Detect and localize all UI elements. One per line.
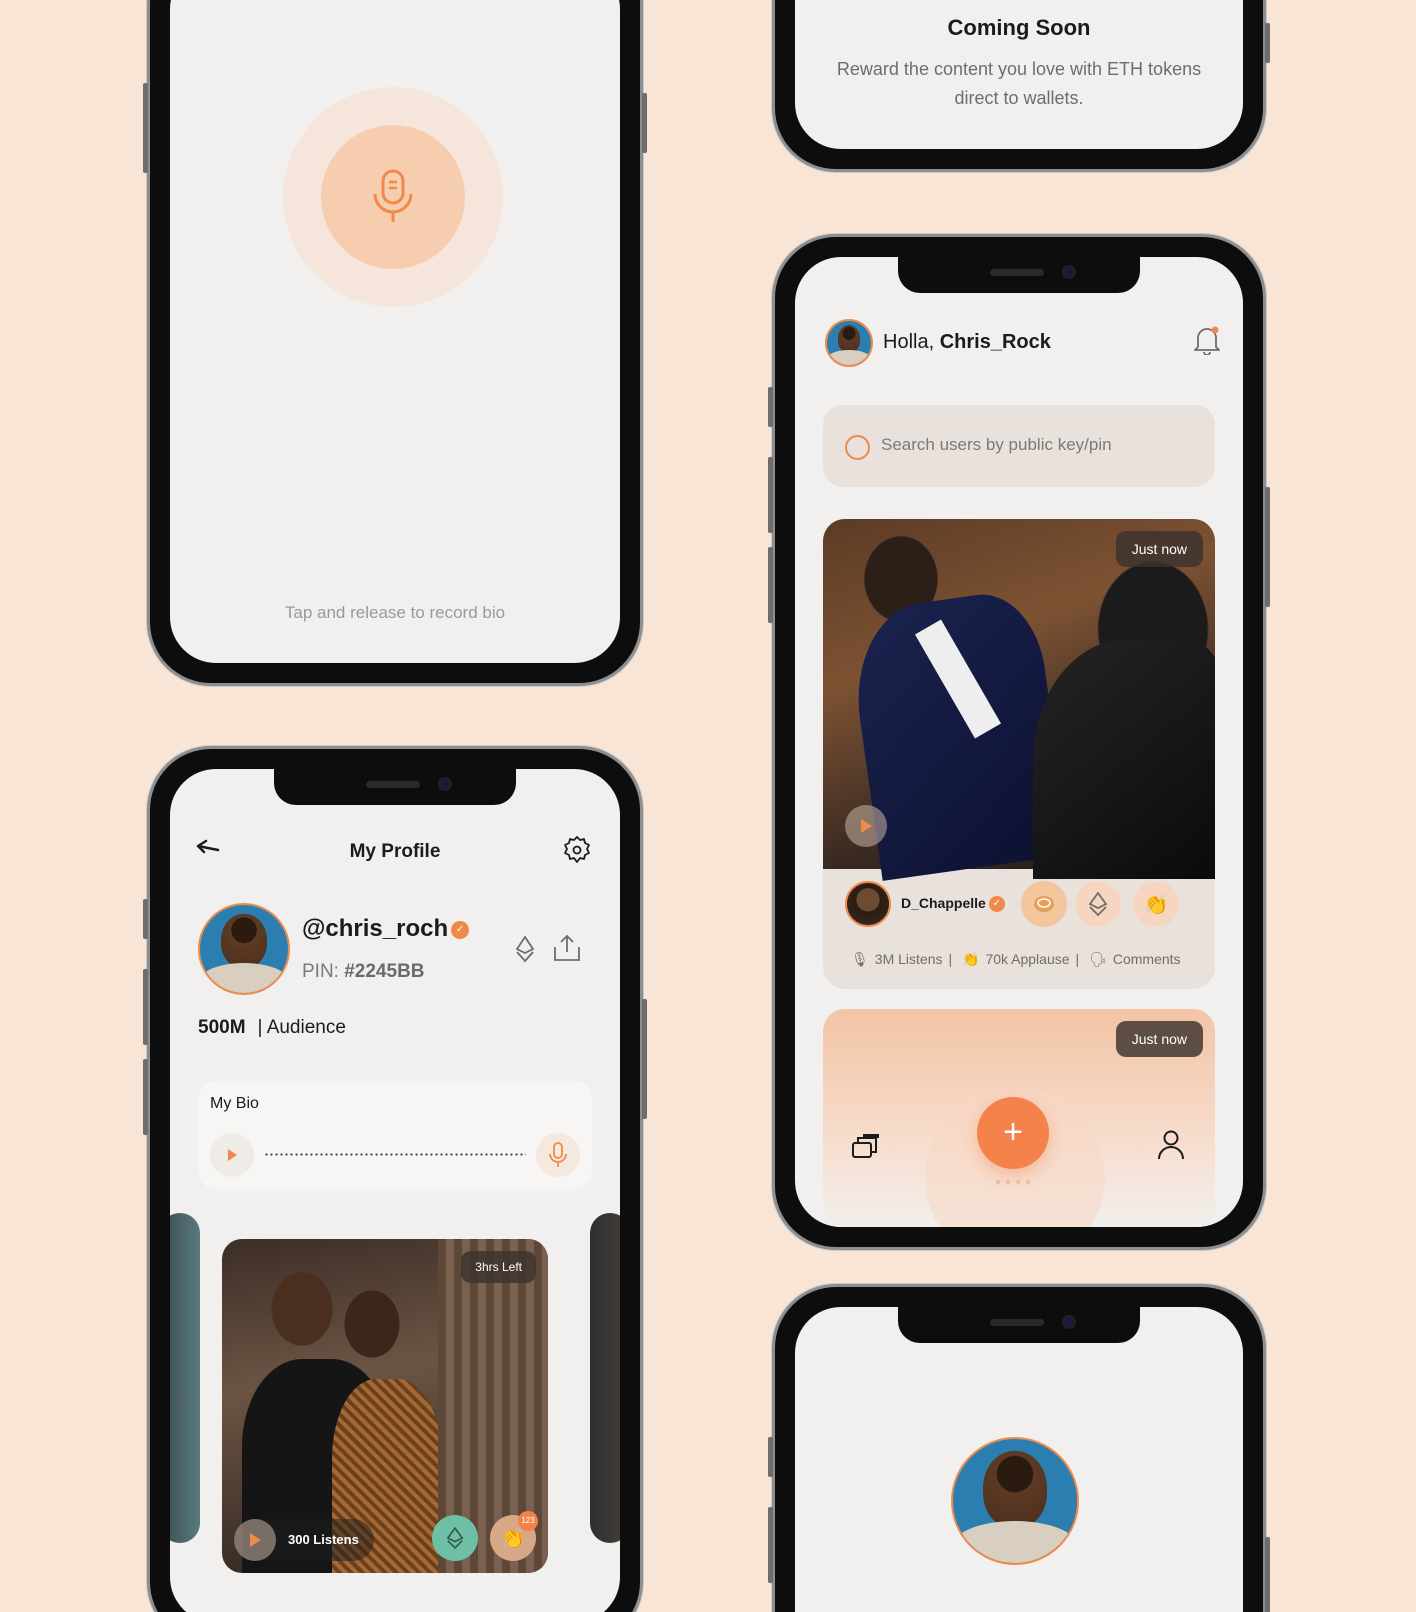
profile-preview-screen xyxy=(795,1307,1243,1612)
story-card[interactable]: 3hrs Left 300 Listens 👏 123 xyxy=(222,1239,548,1573)
gallery-tab-icon[interactable] xyxy=(851,1133,881,1166)
microphone-icon xyxy=(549,1142,567,1167)
phone-home-feed: Holla, Chris_Rock Search users by public… xyxy=(768,234,1270,1250)
comments-icon: 🗣 xyxy=(1089,951,1107,967)
draft-time-badge: Just now xyxy=(1115,1021,1203,1057)
notch xyxy=(898,1307,1140,1343)
power-button xyxy=(642,93,647,153)
tip-coin-icon[interactable] xyxy=(1021,881,1067,927)
story-time-left-badge: 3hrs Left xyxy=(461,1251,536,1283)
record-button[interactable] xyxy=(321,125,465,269)
profile-screen: My Profile @chris_roch ✓ PIN: #2245BB 500… xyxy=(170,769,620,1612)
record-screen: Tap and release to record bio xyxy=(170,0,620,663)
microphone-icon xyxy=(373,169,413,222)
create-post-button[interactable]: + xyxy=(977,1097,1049,1169)
volume-up-button xyxy=(768,1507,773,1583)
notification-bell-icon[interactable] xyxy=(1193,325,1221,360)
audience-label: | Audience xyxy=(257,1017,346,1038)
record-hint: Tap and release to record bio xyxy=(284,603,506,622)
story-listens: 300 Listens xyxy=(234,1519,374,1561)
listens-count: 3M Listens xyxy=(874,951,943,967)
volume-down-button xyxy=(143,1059,148,1135)
applause-icon[interactable]: 👏 xyxy=(1133,881,1179,927)
phone-record-bio: Tap and release to record bio xyxy=(143,0,647,686)
page-title: My Profile xyxy=(349,841,441,862)
bio-player: My Bio xyxy=(198,1081,592,1189)
play-icon xyxy=(227,1149,237,1161)
notch xyxy=(274,769,516,805)
profile-avatar[interactable] xyxy=(198,903,290,995)
post-time-badge: Just now xyxy=(1115,531,1203,567)
author-name[interactable]: D_Chappelle ✓ xyxy=(901,895,1005,913)
silent-switch xyxy=(768,1437,773,1477)
greeting-username: Chris_Rock xyxy=(939,331,1051,353)
bio-label: My Bio xyxy=(210,1095,259,1112)
post-card[interactable]: Just now D_Chappelle✓ 👏 🎙3M Listens| xyxy=(823,519,1215,989)
greeting-prefix: Holla, xyxy=(883,331,940,353)
author-avatar[interactable] xyxy=(845,881,891,927)
author-name-text: D_Chappelle xyxy=(901,895,986,911)
applause-count-badge: 123 xyxy=(518,1511,538,1531)
eth-icon[interactable] xyxy=(1075,881,1121,927)
search-bar[interactable]: Search users by public key/pin xyxy=(823,405,1215,487)
silent-switch xyxy=(768,387,773,427)
profile-pin: PIN: #2245BB xyxy=(302,961,425,983)
story-applause-icon[interactable]: 👏 123 xyxy=(490,1511,538,1561)
power-button xyxy=(1265,1537,1270,1612)
draft-card[interactable]: Just now + ●●●● xyxy=(823,1009,1215,1227)
home-screen: Holla, Chris_Rock Search users by public… xyxy=(795,257,1243,1227)
play-icon xyxy=(860,819,872,833)
audience-count: 500M xyxy=(198,1017,246,1038)
post-author-row: D_Chappelle ✓ 👏 xyxy=(845,881,1193,929)
story-listens-count: 300 Listens xyxy=(288,1532,359,1547)
power-button xyxy=(1265,487,1270,607)
pin-label: PIN: xyxy=(302,961,345,982)
page-indicator: ●●●● xyxy=(995,1177,1036,1188)
story-play-button[interactable] xyxy=(234,1519,276,1561)
play-icon xyxy=(249,1533,261,1547)
phone-profile: My Profile @chris_roch ✓ PIN: #2245BB 500… xyxy=(143,746,647,1612)
volume-up-button xyxy=(768,457,773,533)
verified-badge-icon: ✓ xyxy=(451,920,470,939)
greeting: Holla, Chris_Rock xyxy=(883,331,1051,354)
story-eth-icon[interactable] xyxy=(432,1515,478,1561)
verified-badge-icon: ✓ xyxy=(988,896,1005,913)
carousel-next-card[interactable] xyxy=(590,1213,620,1543)
gear-icon[interactable] xyxy=(562,835,592,870)
bio-record-button[interactable] xyxy=(536,1133,580,1177)
volume-down-button xyxy=(768,547,773,623)
volume-up-button xyxy=(143,969,148,1045)
profile-handle: @chris_roch ✓ xyxy=(302,915,470,943)
power-button xyxy=(1265,23,1270,63)
phone-profile-preview xyxy=(768,1284,1270,1612)
carousel-prev-card[interactable] xyxy=(170,1213,200,1543)
power-button xyxy=(642,999,647,1119)
listens-icon: 🎙 xyxy=(851,951,869,967)
phone-coming-soon: Coming Soon Reward the content you love … xyxy=(772,0,1270,172)
bio-play-button[interactable] xyxy=(210,1133,254,1177)
eth-icon[interactable] xyxy=(515,935,535,968)
avatar[interactable] xyxy=(825,319,873,367)
coming-soon-text: Reward the content you love with ETH tok… xyxy=(836,59,1202,108)
coming-soon-screen: Coming Soon Reward the content you love … xyxy=(795,0,1243,149)
bio-waveform[interactable] xyxy=(264,1153,526,1156)
large-avatar[interactable] xyxy=(951,1437,1079,1565)
share-icon[interactable] xyxy=(552,933,582,968)
applause-small-icon: 👏 xyxy=(962,951,980,967)
profile-handle-text: @chris_roch xyxy=(302,915,449,942)
search-input[interactable]: Search users by public key/pin xyxy=(881,435,1112,455)
notch xyxy=(898,257,1140,293)
silent-switch xyxy=(143,899,148,939)
comments-link[interactable]: Comments xyxy=(1113,951,1181,967)
pin-value: #2245BB xyxy=(344,961,425,982)
volume-button xyxy=(143,83,148,173)
post-play-button[interactable] xyxy=(845,805,887,847)
coming-soon-title: Coming Soon xyxy=(947,15,1091,40)
post-stats: 🎙 3M Listens | 👏 70k Applause | 🗣 Comments xyxy=(851,951,1181,967)
profile-tab-icon[interactable] xyxy=(1157,1129,1185,1166)
search-icon xyxy=(845,435,870,460)
audience-stat: 500M | Audience xyxy=(198,1017,346,1039)
record-halo xyxy=(283,87,503,307)
applause-count: 70k Applause xyxy=(985,951,1070,967)
